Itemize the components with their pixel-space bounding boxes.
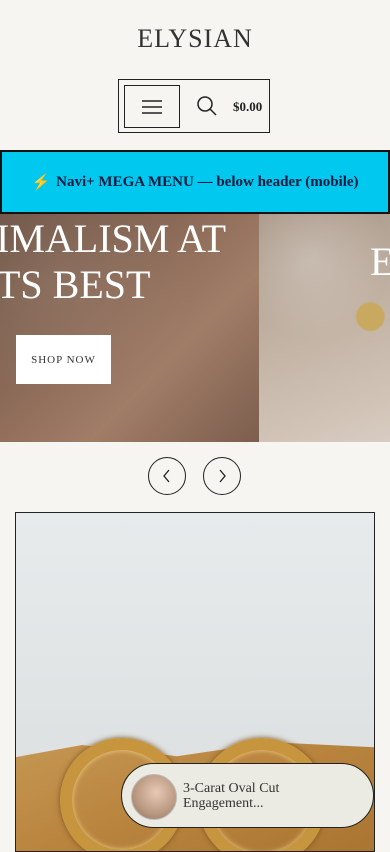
carousel-prev-button[interactable]: [148, 457, 186, 495]
chevron-right-icon: [219, 469, 226, 483]
menu-button[interactable]: [124, 85, 180, 128]
hero-slide-2: E: [259, 214, 390, 442]
carousel-next-button[interactable]: [203, 457, 241, 495]
popup-product-title: 3-Carat Oval Cut Engagement...: [183, 781, 280, 811]
recent-purchase-popup[interactable]: 3-Carat Oval Cut Engagement...: [121, 763, 374, 828]
hero-slide-2-heading: E: [370, 239, 390, 284]
hero-slide-1: IMALISM AT TS BEST SHOP NOW: [0, 214, 259, 442]
search-button[interactable]: [196, 95, 218, 117]
header-toolbar: $0.00: [118, 79, 270, 133]
product-thumbnail: [131, 774, 177, 820]
store-logo[interactable]: ELYSIAN: [0, 24, 390, 54]
mega-menu-bar[interactable]: ⚡ Navi+ MEGA MENU — below header (mobile…: [0, 150, 390, 214]
hero-slide-1-heading: IMALISM AT TS BEST: [0, 216, 227, 307]
hero-slider: IMALISM AT TS BEST SHOP NOW E: [0, 214, 390, 442]
hamburger-icon: [142, 99, 162, 114]
shop-now-button[interactable]: SHOP NOW: [16, 335, 111, 384]
mega-menu-label: Navi+ MEGA MENU — below header (mobile): [56, 173, 359, 190]
cart-total[interactable]: $0.00: [233, 99, 262, 115]
chevron-left-icon: [163, 469, 170, 483]
lightning-icon: ⚡: [31, 174, 51, 191]
search-icon: [197, 96, 217, 116]
